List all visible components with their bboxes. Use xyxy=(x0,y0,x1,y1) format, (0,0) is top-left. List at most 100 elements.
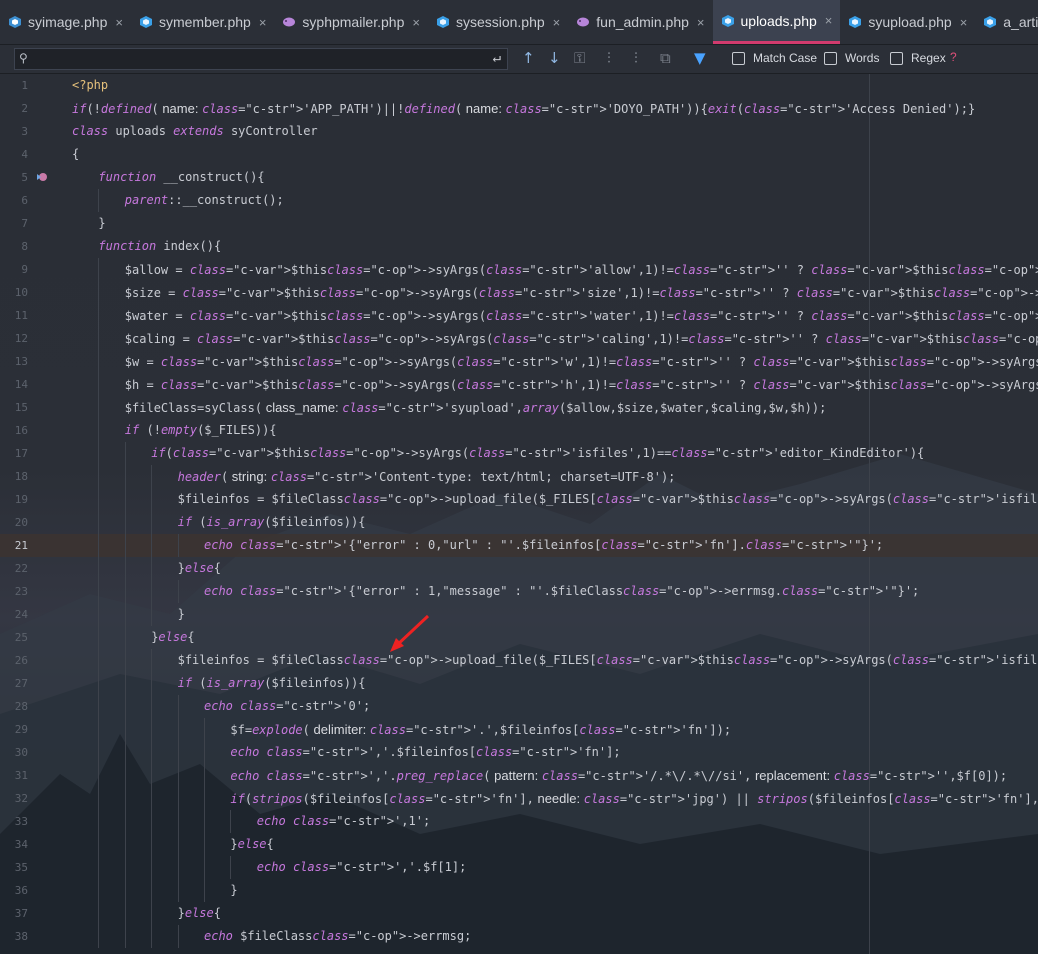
code-line[interactable]: 28 echo class="c-str">'0'; xyxy=(0,695,1038,718)
match-case-checkbox[interactable]: Match Case xyxy=(732,51,817,65)
code-line[interactable]: 1 <?php xyxy=(0,74,1038,97)
code-line[interactable]: 27 if (is_array($fileinfos)){ xyxy=(0,672,1038,695)
code-line[interactable]: 3 class uploads extends syController xyxy=(0,120,1038,143)
close-icon[interactable]: × xyxy=(825,13,833,28)
code-line[interactable]: 31 echo class="c-str">','.preg_replace( p… xyxy=(0,764,1038,787)
code-line[interactable]: 38 echo $fileClassclass="c-op">->errmsg; xyxy=(0,925,1038,948)
match-case-box[interactable] xyxy=(732,51,745,65)
regex-help-icon[interactable]: ? xyxy=(950,50,957,64)
tab-uploads-php[interactable]: uploads.php × xyxy=(712,0,841,44)
code-line[interactable]: 36} xyxy=(0,879,1038,902)
line-number: 3 xyxy=(21,125,28,138)
select-all-occurrences-icon[interactable]: ⚿ xyxy=(574,49,585,67)
tab-label: a_article.php xyxy=(1003,14,1038,30)
indent-guide xyxy=(204,833,205,856)
words-box[interactable] xyxy=(824,51,837,65)
tab-syphpmailer-php[interactable]: syphpmailer.php × xyxy=(274,0,428,44)
indent-guide xyxy=(177,718,179,741)
close-icon[interactable]: × xyxy=(553,15,561,30)
new-line-icon[interactable]: ↵ xyxy=(493,50,501,66)
line-number: 6 xyxy=(21,194,28,207)
regex-box[interactable] xyxy=(890,51,903,65)
code-text: echo class="c-str">'{"error" : 0,"url" :… xyxy=(204,538,884,552)
code-line[interactable]: 6 parent::__construct(); xyxy=(0,189,1038,212)
tab-a_article-php[interactable]: a_article.php× xyxy=(975,0,1038,44)
code-line[interactable]: 12 $caling = class="c-var">$thisclass="c-… xyxy=(0,327,1038,350)
search-input[interactable] xyxy=(37,50,481,70)
tab-syupload-php[interactable]: syupload.php × xyxy=(840,0,975,44)
code-line[interactable]: 20 if (is_array($fileinfos)){ xyxy=(0,511,1038,534)
code-line[interactable]: 33 echo class="c-str">',1'; xyxy=(0,810,1038,833)
search-field[interactable]: ⚲ ↵ xyxy=(14,48,508,70)
code-line[interactable]: 30 echo class="c-str">','.$fileinfos[clas… xyxy=(0,741,1038,764)
code-line[interactable]: 35 echo class="c-str">','.$f[1]; xyxy=(0,856,1038,879)
tab-fun_admin-php[interactable]: fun_admin.php × xyxy=(568,0,712,44)
indent-guide xyxy=(98,534,100,557)
code-line[interactable]: 8 function index(){ xyxy=(0,235,1038,258)
close-icon[interactable]: × xyxy=(412,15,420,30)
indent-guide xyxy=(124,856,126,879)
next-occurrence-button[interactable]: ↓ xyxy=(548,49,561,67)
code-text: echo class="c-str">',1'; xyxy=(256,814,431,828)
search-icon[interactable]: ⚲ xyxy=(19,51,28,65)
tab-label: fun_admin.php xyxy=(596,14,689,30)
code-line[interactable]: 13 $w = class="c-var">$thisclass="c-op">-… xyxy=(0,350,1038,373)
regex-label: Regex xyxy=(911,51,946,65)
indent-guide xyxy=(98,442,100,465)
code-text: $caling = class="c-var">$thisclass="c-op… xyxy=(124,332,1038,346)
code-line[interactable]: 23 echo class="c-str">'{"error" : 1,"mess… xyxy=(0,580,1038,603)
line-number: 23 xyxy=(14,585,28,598)
code-line[interactable]: 25}else{ xyxy=(0,626,1038,649)
indent-guide xyxy=(151,672,153,695)
code-line[interactable]: 11 $water = class="c-var">$thisclass="c-o… xyxy=(0,304,1038,327)
add-selection-next-icon[interactable]: ⫶ xyxy=(607,49,611,67)
code-line[interactable]: 17 if(class="c-var">$thisclass="c-op">->s… xyxy=(0,442,1038,465)
code-line[interactable]: 37}else{ xyxy=(0,902,1038,925)
select-all-icon[interactable]: ⧉ xyxy=(660,49,671,67)
code-editor[interactable]: 1 <?php 2 if(!defined( name: class="c-str">… xyxy=(0,74,1038,954)
line-number: 19 xyxy=(14,493,28,506)
words-checkbox[interactable]: Words xyxy=(824,51,879,65)
line-number: 26 xyxy=(14,654,28,667)
regex-checkbox[interactable]: Regex xyxy=(890,51,946,65)
close-icon[interactable]: × xyxy=(960,15,968,30)
indent-guide xyxy=(98,281,100,304)
indent-guide xyxy=(230,810,232,833)
code-line[interactable]: 19 $fileinfos = $fileClassclass="c-op">->… xyxy=(0,488,1038,511)
code-line[interactable]: 34}else{ xyxy=(0,833,1038,856)
code-line[interactable]: 18 header( string: class="c-str">'Content… xyxy=(0,465,1038,488)
line-number: 4 xyxy=(21,148,28,161)
code-text: if (is_array($fileinfos)){ xyxy=(177,676,366,690)
code-text: $f=explode( delimiter: class="c-str">'.'… xyxy=(230,722,732,737)
line-number: 36 xyxy=(14,884,28,897)
code-line[interactable]: 22}else{ xyxy=(0,557,1038,580)
remove-selection-icon[interactable]: ⫶ xyxy=(634,49,638,67)
indent-guide xyxy=(151,557,153,580)
code-line[interactable]: 4{ xyxy=(0,143,1038,166)
code-line[interactable]: 29 $f=explode( delimiter: class="c-str">'… xyxy=(0,718,1038,741)
code-line[interactable]: 26 $fileinfos = $fileClassclass="c-op">->… xyxy=(0,649,1038,672)
close-icon[interactable]: × xyxy=(697,15,705,30)
code-line[interactable]: 16 if (!empty($_FILES)){ xyxy=(0,419,1038,442)
code-line[interactable]: 24} xyxy=(0,603,1038,626)
close-icon[interactable]: × xyxy=(259,15,267,30)
tab-symember-php[interactable]: symember.php × xyxy=(131,0,274,44)
code-line[interactable]: 32 if(stripos($fileinfos[class="c-str">'f… xyxy=(0,787,1038,810)
code-line[interactable]: 5 function __construct(){ xyxy=(0,166,1038,189)
previous-occurrence-button[interactable]: ↑ xyxy=(522,49,535,67)
code-line[interactable]: 15 $fileClass=syClass( class_name: class=… xyxy=(0,396,1038,419)
close-icon[interactable]: × xyxy=(115,15,123,30)
code-text: if(stripos($fileinfos[class="c-str">'fn'… xyxy=(230,791,1038,806)
code-line[interactable]: 9 $allow = class="c-var">$thisclass="c-op… xyxy=(0,258,1038,281)
tab-sysession-php[interactable]: sysession.php × xyxy=(428,0,568,44)
code-line[interactable]: 10 $size = class="c-var">$thisclass="c-op… xyxy=(0,281,1038,304)
indent-guide xyxy=(177,787,179,810)
code-line[interactable]: 21 echo class="c-str">'{"error" : 0,"url"… xyxy=(0,534,1038,557)
code-line[interactable]: 14 $h = class="c-var">$thisclass="c-op">-… xyxy=(0,373,1038,396)
indent-guide xyxy=(98,672,100,695)
tab-syimage-php[interactable]: syimage.php × xyxy=(0,0,131,44)
filter-icon[interactable]: ▼ xyxy=(694,49,706,67)
code-line[interactable]: 2 if(!defined( name: class="c-str">'APP_P… xyxy=(0,97,1038,120)
indent-guide xyxy=(230,856,232,879)
code-line[interactable]: 7} xyxy=(0,212,1038,235)
